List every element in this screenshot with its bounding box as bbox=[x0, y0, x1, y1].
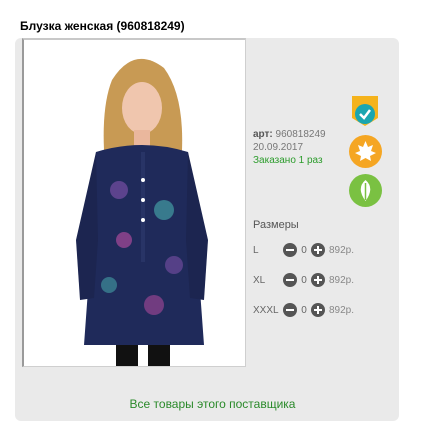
size-price: 892р. bbox=[329, 274, 355, 286]
supplier-products-link[interactable]: Все товары этого поставщика bbox=[0, 397, 425, 411]
size-price: 892р. bbox=[329, 244, 355, 256]
ordered-count: Заказано 1 раз bbox=[253, 155, 323, 166]
article-value: 960818249 bbox=[275, 129, 326, 140]
sizes-heading: Размеры bbox=[253, 219, 299, 231]
size-row: XXXL 0 892р. bbox=[253, 302, 354, 318]
quantity-value: 0 bbox=[301, 244, 307, 256]
decrease-button[interactable] bbox=[283, 303, 297, 317]
decrease-button[interactable] bbox=[283, 243, 297, 257]
product-photo[interactable] bbox=[22, 38, 246, 367]
maple-leaf-icon bbox=[349, 135, 382, 168]
article-line: арт: 960818249 bbox=[253, 128, 326, 141]
quantity-value: 0 bbox=[301, 274, 307, 286]
quantity-value: 0 bbox=[301, 304, 307, 316]
size-row: XL 0 892р. bbox=[253, 272, 354, 288]
increase-button[interactable] bbox=[311, 303, 325, 317]
decrease-button[interactable] bbox=[283, 273, 297, 287]
article-label: арт: bbox=[253, 129, 273, 140]
size-label: XXXL bbox=[253, 304, 279, 316]
size-label: XL bbox=[253, 274, 266, 286]
product-date: 20.09.2017 bbox=[253, 142, 304, 153]
size-price: 892р. bbox=[329, 304, 355, 316]
increase-button[interactable] bbox=[311, 273, 325, 287]
size-row: L 0 892р. bbox=[253, 242, 354, 258]
product-image bbox=[24, 40, 245, 366]
size-label: L bbox=[253, 244, 259, 256]
check-icon bbox=[352, 96, 378, 126]
increase-button[interactable] bbox=[311, 243, 325, 257]
product-title: Блузка женская (960818249) bbox=[20, 19, 185, 33]
leaf-icon bbox=[349, 174, 382, 207]
product-info: арт: 960818249 20.09.2017 Заказано 1 раз bbox=[253, 128, 326, 167]
